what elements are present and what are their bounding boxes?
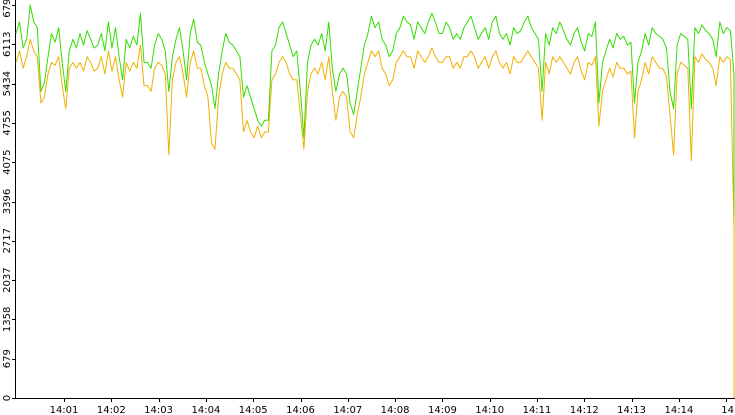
x-tick-label: 14:13 (617, 405, 646, 415)
y-tick-label: 3396 (2, 189, 13, 214)
y-tick-label: 0 (2, 395, 13, 401)
series-line-2 (15, 38, 735, 398)
x-tick-label: 14:10 (475, 405, 504, 415)
x-tick-label: 14:04 (191, 405, 220, 415)
series-group (15, 4, 735, 398)
y-tick-label: 6793 (2, 0, 13, 18)
x-tick-label: 14:07 (333, 405, 362, 415)
x-tick-label: 14:06 (286, 405, 315, 415)
x-tick-label: 14:02 (97, 405, 126, 415)
y-tick-label: 1358 (2, 307, 13, 332)
y-tick-label: 5434 (2, 71, 13, 96)
y-tick-label: 2037 (2, 267, 13, 292)
x-tick-label: 14:01 (50, 405, 79, 415)
series-line-1 (15, 4, 735, 398)
x-axis-ticks: 14:01 14:02 14:03 14:04 14:05 14:06 14:07 14:08… (50, 398, 734, 415)
x-tick-label: 14:11 (523, 405, 552, 415)
x-tick-label: 14:12 (570, 405, 599, 415)
x-tick-label: 14:05 (239, 405, 268, 415)
y-tick-label: 6113 (2, 32, 13, 57)
x-tick-label: 14:08 (381, 405, 410, 415)
y-tick-label: 2717 (2, 228, 13, 253)
y-tick-label: 4755 (2, 110, 13, 135)
y-tick-label: 679 (2, 349, 13, 368)
y-tick-label: 4075 (2, 149, 13, 174)
x-tick-label: 14:03 (144, 405, 173, 415)
x-tick-label: 14:14 (664, 405, 693, 415)
chart: 0 679 1358 2037 2717 3396 4075 4755 5434 6113 6793… (2, 0, 735, 415)
y-axis-ticks: 0 679 1358 2037 2717 3396 4075 4755 5434 6113 6793 (2, 0, 16, 401)
x-tick-label: 14 (721, 405, 734, 415)
x-tick-label: 14:09 (428, 405, 457, 415)
